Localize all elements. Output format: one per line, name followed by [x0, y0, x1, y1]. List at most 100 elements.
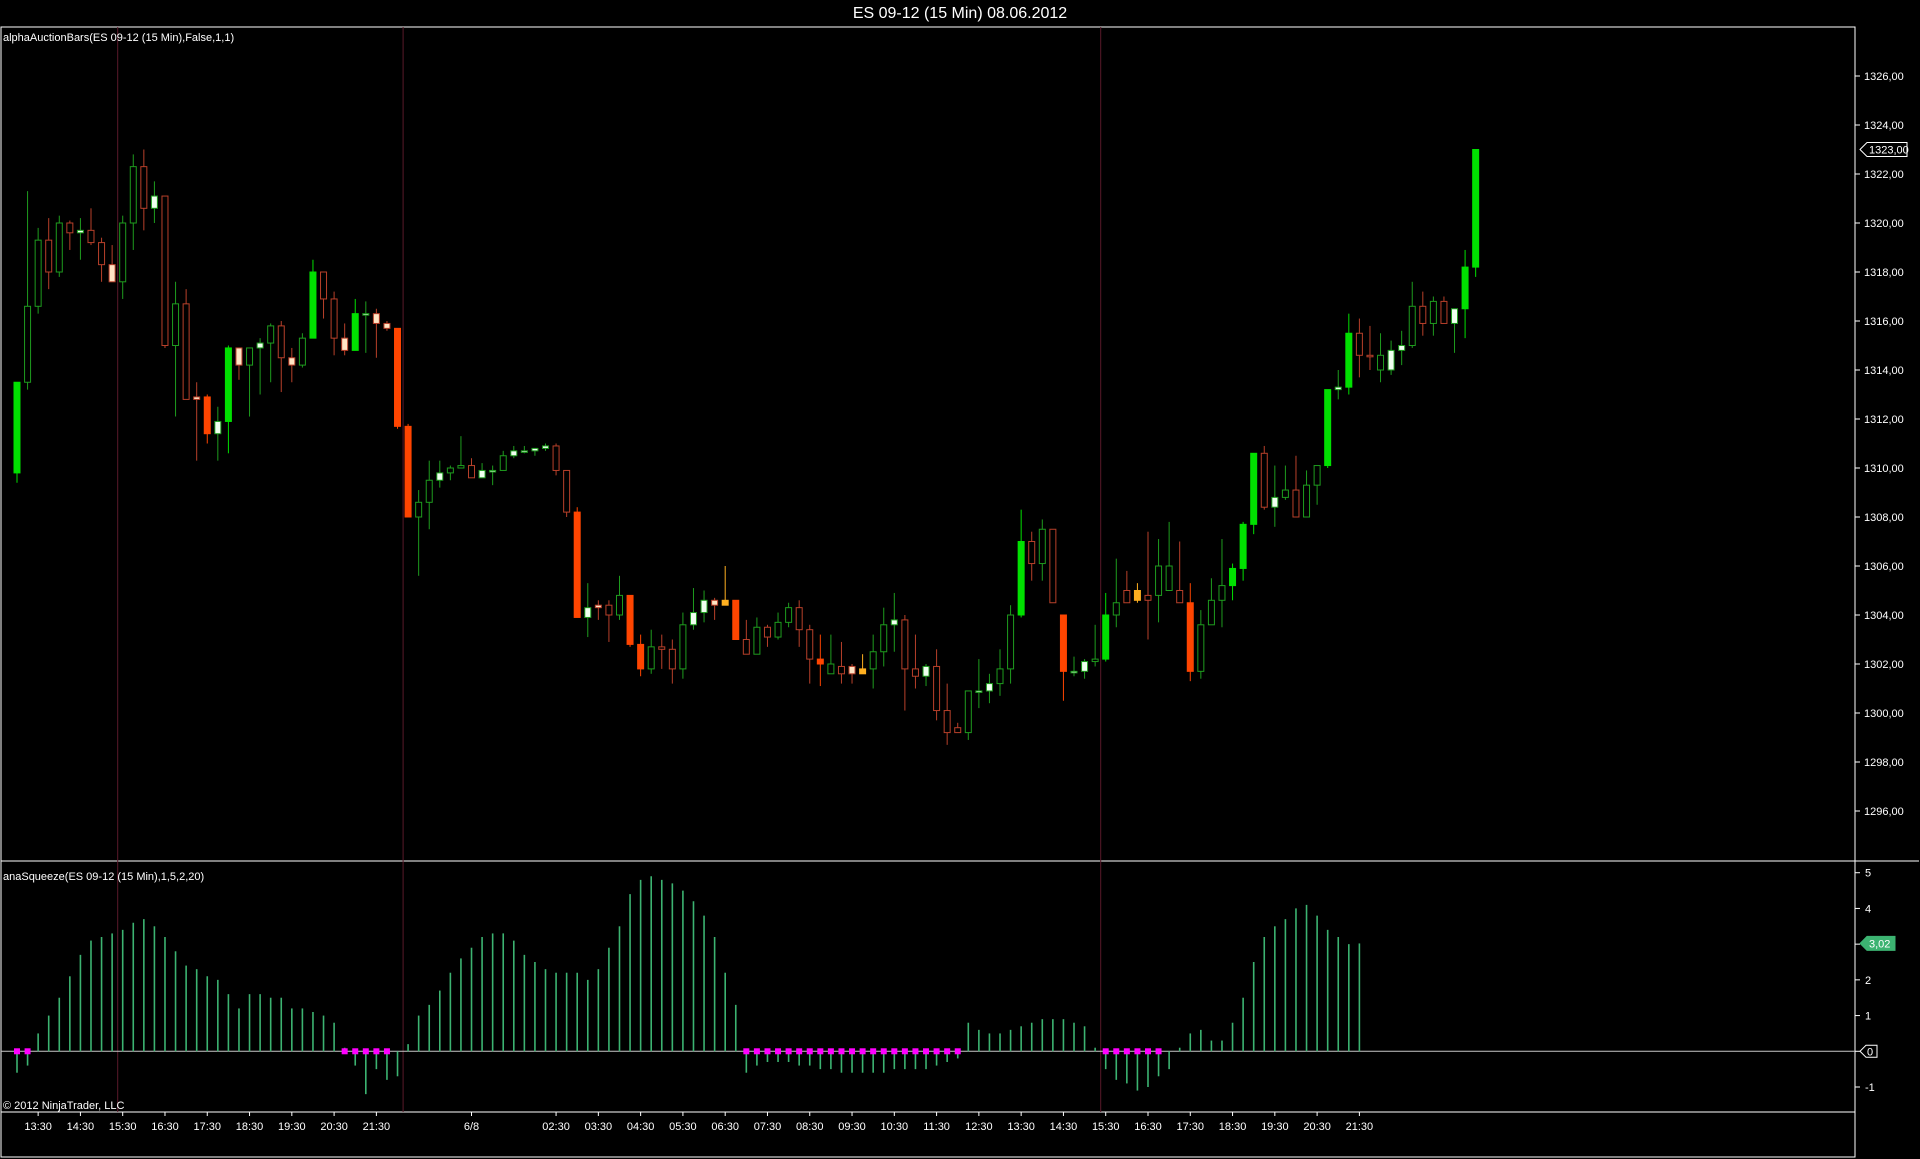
candle-body	[214, 420, 222, 435]
candle	[235, 347, 243, 380]
candle	[721, 566, 729, 606]
candle-body	[267, 325, 275, 344]
candle-body	[943, 710, 951, 734]
candle-body	[975, 690, 983, 693]
squeeze-dot	[954, 1048, 961, 1055]
squeeze-dot	[785, 1048, 792, 1055]
candle	[1133, 583, 1141, 603]
candle-body	[605, 604, 613, 616]
candle	[1081, 659, 1089, 679]
candle	[859, 654, 867, 675]
candle-body	[256, 342, 264, 349]
indicator-tick-label: -1	[1865, 1082, 1875, 1094]
squeeze-dot	[859, 1048, 866, 1055]
candle	[573, 507, 581, 618]
candle	[679, 612, 687, 679]
last-value-label: 3,02	[1869, 938, 1890, 950]
time-tick-label: 06:30	[711, 1121, 739, 1133]
squeeze-dot	[827, 1048, 834, 1055]
candle-body	[309, 271, 317, 339]
price-tick-label: 1308,00	[1864, 512, 1904, 524]
squeeze-dot	[775, 1048, 782, 1055]
candle	[478, 463, 486, 479]
candle	[13, 381, 21, 483]
squeeze-dot	[373, 1048, 380, 1055]
candle-body	[1112, 602, 1120, 616]
candle	[404, 423, 412, 518]
squeeze-dot	[753, 1048, 760, 1055]
candle-body	[55, 222, 63, 273]
time-tick-label: 17:30	[193, 1121, 221, 1133]
candle-body	[753, 626, 761, 655]
candle	[890, 592, 898, 652]
candle-body	[478, 469, 486, 479]
candle	[1271, 465, 1279, 527]
candle	[880, 607, 888, 667]
candle-body	[404, 425, 412, 518]
candle-body	[24, 305, 32, 383]
candle-body	[985, 683, 993, 692]
price-tick-label: 1326,00	[1864, 71, 1904, 83]
candle-body	[658, 646, 666, 650]
candle	[1345, 313, 1353, 395]
squeeze-dot	[912, 1048, 919, 1055]
candle	[1429, 296, 1437, 336]
indicator-tick-label: 4	[1865, 903, 1871, 915]
candle	[1366, 325, 1374, 370]
candle	[1207, 578, 1215, 626]
candle-body	[446, 467, 454, 474]
candle	[1324, 389, 1332, 468]
candle-body	[837, 665, 845, 675]
candle-body	[1070, 670, 1078, 674]
candle	[172, 281, 180, 417]
candle	[837, 641, 845, 684]
candle-body	[1472, 149, 1480, 268]
candle-body	[1250, 452, 1258, 525]
squeeze-dot	[880, 1048, 887, 1055]
candle-body	[1408, 305, 1416, 346]
candle-body	[1123, 590, 1131, 604]
candle	[246, 347, 254, 417]
candle	[795, 600, 803, 647]
chart-canvas[interactable]: 1296,00 1298,00 1300,00 1302,00 1304,00 1306,…	[0, 0, 1920, 1159]
candle	[510, 445, 518, 459]
candle-body	[700, 599, 708, 614]
candle-body	[150, 195, 158, 209]
candle	[330, 291, 338, 356]
squeeze-dot	[764, 1048, 771, 1055]
candle-body	[1260, 452, 1268, 508]
candle-body	[859, 668, 867, 675]
price-tick-label: 1320,00	[1864, 218, 1904, 230]
time-tick-label: 21:30	[1346, 1121, 1374, 1133]
time-tick-label: 13:30	[1007, 1121, 1035, 1133]
candle	[922, 664, 930, 687]
candle	[351, 298, 359, 351]
candle-body	[351, 313, 359, 351]
candle	[129, 154, 137, 250]
candle-body	[224, 347, 232, 422]
candle	[425, 460, 433, 530]
squeeze-histogram	[14, 876, 1361, 1095]
squeeze-dot	[24, 1048, 31, 1055]
time-tick-label: 15:30	[109, 1121, 137, 1133]
candle	[1461, 249, 1469, 339]
candle	[446, 465, 454, 481]
candle	[320, 271, 328, 319]
time-tick-label: 12:30	[965, 1121, 993, 1133]
squeeze-dot	[891, 1048, 898, 1055]
candle	[108, 245, 116, 283]
candle-body	[129, 166, 137, 224]
candle-body	[193, 396, 201, 400]
candle-body	[1303, 484, 1311, 518]
candle	[594, 600, 602, 620]
candle-body	[922, 665, 930, 677]
time-tick-label: 18:30	[236, 1121, 264, 1133]
candle-body	[1155, 565, 1163, 596]
time-tick-label: 18:30	[1219, 1121, 1247, 1133]
squeeze-dot	[1134, 1048, 1141, 1055]
candle	[1440, 296, 1448, 324]
candle-body	[161, 195, 169, 346]
squeeze-dot	[352, 1048, 359, 1055]
candle-body	[869, 651, 877, 670]
candle	[1419, 291, 1427, 336]
